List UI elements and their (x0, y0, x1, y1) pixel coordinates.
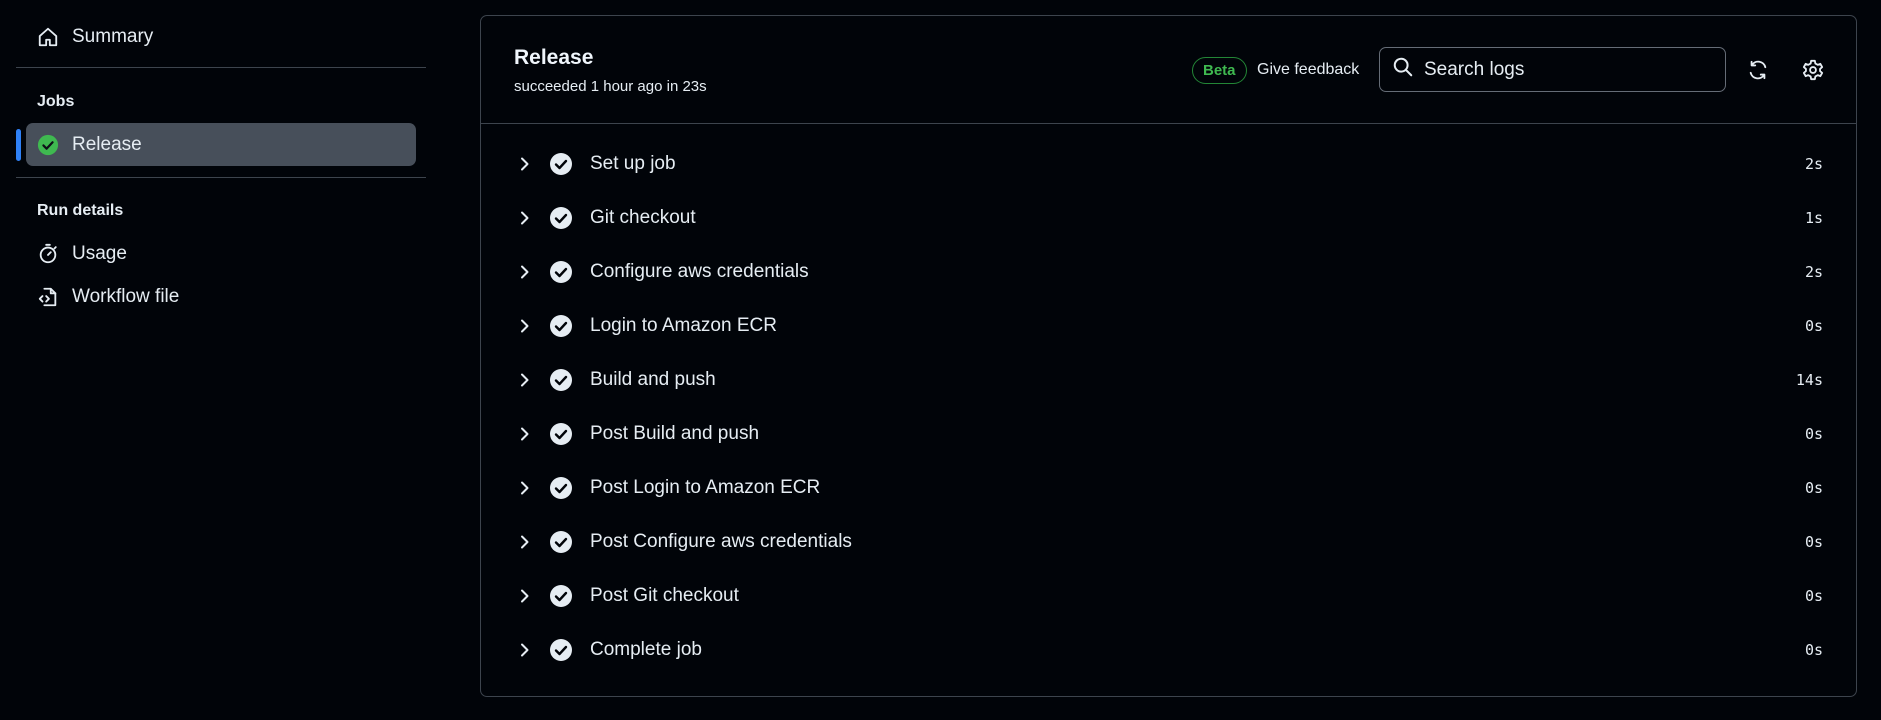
job-status-text: succeeded 1 hour ago in 23s (514, 78, 707, 95)
sidebar-item-workflow-file[interactable]: Workflow file (26, 275, 416, 318)
success-check-icon (549, 368, 573, 392)
chevron-right-icon[interactable] (515, 154, 535, 174)
jobs-heading: Jobs (37, 93, 75, 110)
gear-icon (1802, 59, 1824, 81)
step-name: Build and push (590, 369, 716, 390)
success-check-icon (549, 638, 573, 662)
job-header: Release succeeded 1 hour ago in 23s Beta… (481, 16, 1856, 124)
sidebar-item-label: Usage (72, 242, 127, 264)
step-name: Complete job (590, 639, 702, 660)
step-row[interactable]: Complete job 0s (481, 630, 1856, 670)
step-row[interactable]: Build and push 14s (481, 360, 1856, 400)
stopwatch-icon (36, 242, 60, 266)
job-log-panel: Release succeeded 1 hour ago in 23s Beta… (480, 15, 1857, 697)
chevron-right-icon[interactable] (515, 586, 535, 606)
search-icon (1392, 56, 1414, 83)
step-name: Set up job (590, 153, 676, 174)
chevron-right-icon[interactable] (515, 532, 535, 552)
step-row[interactable]: Configure aws credentials 2s (481, 252, 1856, 292)
step-row[interactable]: Set up job 2s (481, 144, 1856, 184)
step-row[interactable]: Post Login to Amazon ECR 0s (481, 468, 1856, 508)
chevron-right-icon[interactable] (515, 424, 535, 444)
beta-badge: Beta (1192, 57, 1247, 84)
chevron-right-icon[interactable] (515, 640, 535, 660)
search-logs-input[interactable] (1424, 58, 1714, 81)
success-check-icon (549, 476, 573, 500)
step-duration: 0s (1804, 533, 1823, 551)
chevron-right-icon[interactable] (515, 208, 535, 228)
step-duration: 0s (1804, 425, 1823, 443)
step-name: Post Configure aws credentials (590, 531, 852, 552)
step-name: Git checkout (590, 207, 696, 228)
step-name: Post Build and push (590, 423, 760, 444)
success-check-icon (549, 152, 573, 176)
step-duration: 14s (1795, 371, 1823, 389)
sidebar-item-release[interactable]: Release (26, 123, 416, 166)
step-name: Post Git checkout (590, 585, 739, 606)
step-name: Post Login to Amazon ECR (590, 477, 821, 498)
sidebar: Summary Jobs Release Run details Usage W… (0, 0, 440, 720)
settings-button[interactable] (1798, 55, 1828, 85)
step-name: Login to Amazon ECR (590, 315, 777, 336)
divider (16, 67, 426, 68)
success-check-icon (36, 133, 60, 157)
step-row[interactable]: Git checkout 1s (481, 198, 1856, 238)
success-check-icon (549, 314, 573, 338)
step-duration: 0s (1804, 317, 1823, 335)
success-check-icon (549, 260, 573, 284)
success-check-icon (549, 422, 573, 446)
chevron-right-icon[interactable] (515, 262, 535, 282)
step-name: Configure aws credentials (590, 261, 809, 282)
refresh-button[interactable] (1743, 55, 1773, 85)
active-indicator (16, 129, 21, 161)
divider (16, 177, 426, 178)
step-duration: 0s (1804, 587, 1823, 605)
success-check-icon (549, 530, 573, 554)
file-code-icon (36, 285, 60, 309)
sidebar-item-label: Release (72, 133, 142, 155)
home-icon (36, 25, 60, 49)
sync-icon (1749, 60, 1767, 80)
search-logs-field[interactable] (1379, 47, 1726, 92)
step-row[interactable]: Post Configure aws credentials 0s (481, 522, 1856, 562)
job-title: Release (514, 46, 594, 69)
success-check-icon (549, 584, 573, 608)
step-row[interactable]: Post Build and push 0s (481, 414, 1856, 454)
chevron-right-icon[interactable] (515, 478, 535, 498)
run-details-heading: Run details (37, 202, 124, 219)
step-duration: 0s (1804, 479, 1823, 497)
success-check-icon (549, 206, 573, 230)
chevron-right-icon[interactable] (515, 370, 535, 390)
step-duration: 1s (1804, 209, 1823, 227)
sidebar-item-label: Workflow file (72, 285, 180, 307)
sidebar-item-summary[interactable]: Summary (26, 15, 416, 58)
chevron-right-icon[interactable] (515, 316, 535, 336)
step-row[interactable]: Login to Amazon ECR 0s (481, 306, 1856, 346)
step-duration: 2s (1804, 263, 1823, 281)
sidebar-item-usage[interactable]: Usage (26, 232, 416, 275)
sidebar-item-label: Summary (72, 25, 154, 47)
step-row[interactable]: Post Git checkout 0s (481, 576, 1856, 616)
step-duration: 2s (1804, 155, 1823, 173)
give-feedback-link[interactable]: Give feedback (1257, 61, 1359, 79)
step-duration: 0s (1804, 641, 1823, 659)
